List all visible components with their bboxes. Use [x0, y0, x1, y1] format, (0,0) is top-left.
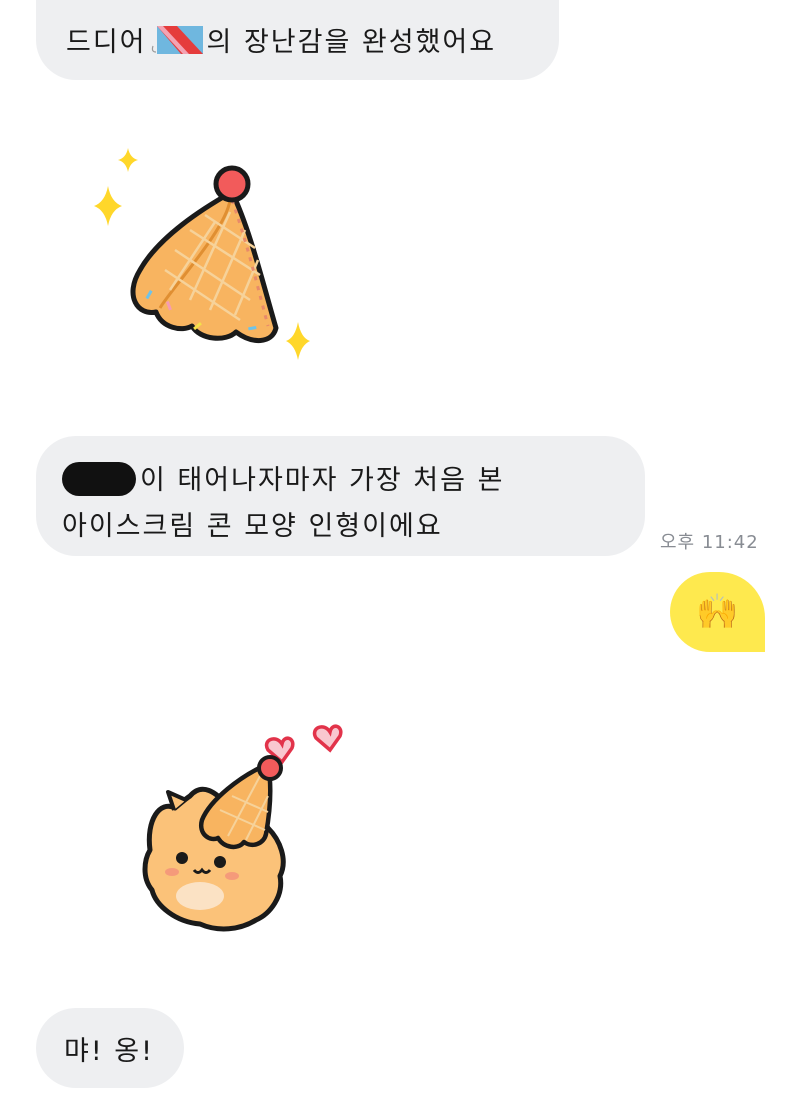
message-bubble-incoming[interactable]: 이 태어나자마자 가장 처음 본 아이스크림 콘 모양 인형이에요 [36, 436, 645, 556]
redacted-name [62, 461, 136, 496]
message-timestamp: 오후 11:42 [660, 532, 759, 553]
sparkle-icon [118, 148, 138, 172]
message-text: 이 태어나자마자 가장 처음 본 [140, 465, 505, 496]
cat-with-cone-hat-sticker[interactable] [120, 700, 380, 940]
inline-sticker-icon [151, 25, 203, 54]
message-line: 이 태어나자마자 가장 처음 본 [62, 458, 645, 504]
message-text-part: 드디어 [66, 27, 147, 58]
raising-hands-emoji-icon: 🙌 [696, 592, 739, 632]
ice-cream-hat-sticker[interactable] [80, 130, 340, 380]
message-text: 드디어 의 장난감을 완성했어요 [66, 20, 496, 59]
message-bubble-incoming[interactable]: 먀! 옹! [36, 1008, 184, 1088]
sparkle-icon [94, 186, 122, 226]
sparkle-icon [286, 322, 310, 360]
heart-icon [312, 724, 343, 753]
message-bubble-incoming[interactable]: 드디어 의 장난감을 완성했어요 [36, 0, 559, 80]
message-text: 먀! 옹! [64, 1036, 154, 1067]
message-bubble-outgoing[interactable]: 🙌 [670, 572, 765, 652]
message-text-part: 의 장난감을 완성했어요 [206, 27, 497, 58]
message-line: 아이스크림 콘 모양 인형이에요 [62, 511, 443, 542]
